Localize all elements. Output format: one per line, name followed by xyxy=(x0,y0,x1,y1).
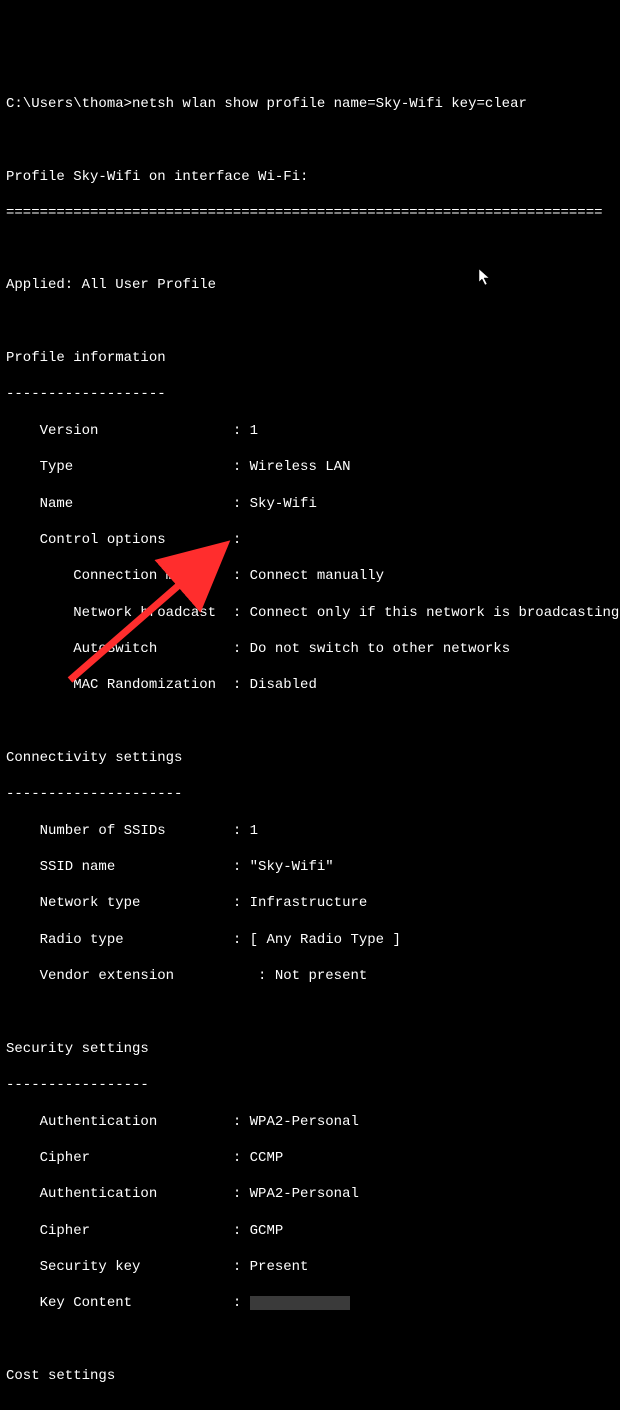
section-title-connectivity: Connectivity settings xyxy=(6,749,614,767)
kv-value: WPA2-Personal xyxy=(241,1186,359,1202)
section-dash: ------------------- xyxy=(6,385,614,403)
section-title-security: Security settings xyxy=(6,1040,614,1058)
key-content-row: Key Content : xyxy=(6,1294,614,1312)
section-title-cost: Cost settings xyxy=(6,1367,614,1385)
section-dash: --------------------- xyxy=(6,785,614,803)
kv-label: Network type : xyxy=(6,895,241,911)
kv-label: Network broadcast : xyxy=(6,605,241,621)
kv-value: Infrastructure xyxy=(241,895,367,911)
kv-label: Security key : xyxy=(6,1259,241,1275)
kv-value: [ Any Radio Type ] xyxy=(241,932,401,948)
kv-value: 1 xyxy=(241,423,258,439)
kv-label: MAC Randomization : xyxy=(6,677,241,693)
divider: ========================================… xyxy=(6,204,614,222)
kv-label: Type : xyxy=(6,459,241,475)
kv-value: WPA2-Personal xyxy=(241,1114,359,1130)
kv-row: AutoSwitch : Do not switch to other netw… xyxy=(6,640,614,658)
kv-label: Number of SSIDs : xyxy=(6,823,241,839)
kv-value: Present xyxy=(241,1259,308,1275)
kv-value: "Sky-Wifi" xyxy=(241,859,333,875)
kv-label: Cipher : xyxy=(6,1150,241,1166)
kv-label: Cipher : xyxy=(6,1223,241,1239)
kv-label: Version : xyxy=(6,423,241,439)
kv-row: MAC Randomization : Disabled xyxy=(6,676,614,694)
command-prompt-line: C:\Users\thoma>netsh wlan show profile n… xyxy=(6,95,614,113)
kv-value: Connect only if this network is broadcas… xyxy=(241,605,619,621)
kv-row: Number of SSIDs : 1 xyxy=(6,822,614,840)
section-dash: ----------------- xyxy=(6,1076,614,1094)
kv-label: Radio type : xyxy=(6,932,241,948)
kv-row: Connection mode : Connect manually xyxy=(6,567,614,585)
applied-line: Applied: All User Profile xyxy=(6,276,614,294)
redacted-key-value xyxy=(250,1296,350,1310)
kv-value: CCMP xyxy=(241,1150,283,1166)
terminal-output[interactable]: C:\Users\thoma>netsh wlan show profile n… xyxy=(6,77,614,1410)
kv-value: Not present xyxy=(266,968,367,984)
kv-row: Control options : xyxy=(6,531,614,549)
kv-label: Name : xyxy=(6,496,241,512)
kv-label: AutoSwitch : xyxy=(6,641,241,657)
kv-row: Version : 1 xyxy=(6,422,614,440)
kv-label: Authentication : xyxy=(6,1186,241,1202)
kv-label: Connection mode : xyxy=(6,568,241,584)
section-title-profile: Profile information xyxy=(6,349,614,367)
kv-label: SSID name : xyxy=(6,859,241,875)
kv-row: Network broadcast : Connect only if this… xyxy=(6,604,614,622)
kv-label: Control options : xyxy=(6,532,241,548)
kv-value: Disabled xyxy=(241,677,317,693)
profile-header: Profile Sky-Wifi on interface Wi-Fi: xyxy=(6,168,614,186)
kv-row: Authentication : WPA2-Personal xyxy=(6,1113,614,1131)
kv-value: Wireless LAN xyxy=(241,459,350,475)
kv-label: Key Content : xyxy=(6,1295,241,1311)
kv-label: Authentication : xyxy=(6,1114,241,1130)
kv-row: SSID name : "Sky-Wifi" xyxy=(6,858,614,876)
kv-row: Network type : Infrastructure xyxy=(6,894,614,912)
kv-label: Vendor extension : xyxy=(6,968,266,984)
kv-row: Vendor extension : Not present xyxy=(6,967,614,985)
kv-row: Type : Wireless LAN xyxy=(6,458,614,476)
section-dash: ------------- xyxy=(6,1403,614,1410)
kv-row: Name : Sky-Wifi xyxy=(6,495,614,513)
kv-value: 1 xyxy=(241,823,258,839)
kv-value: Connect manually xyxy=(241,568,384,584)
kv-row: Security key : Present xyxy=(6,1258,614,1276)
kv-row: Radio type : [ Any Radio Type ] xyxy=(6,931,614,949)
kv-row: Cipher : CCMP xyxy=(6,1149,614,1167)
kv-row: Cipher : GCMP xyxy=(6,1222,614,1240)
kv-row: Authentication : WPA2-Personal xyxy=(6,1185,614,1203)
kv-value: Sky-Wifi xyxy=(241,496,317,512)
kv-value: GCMP xyxy=(241,1223,283,1239)
kv-value: Do not switch to other networks xyxy=(241,641,510,657)
